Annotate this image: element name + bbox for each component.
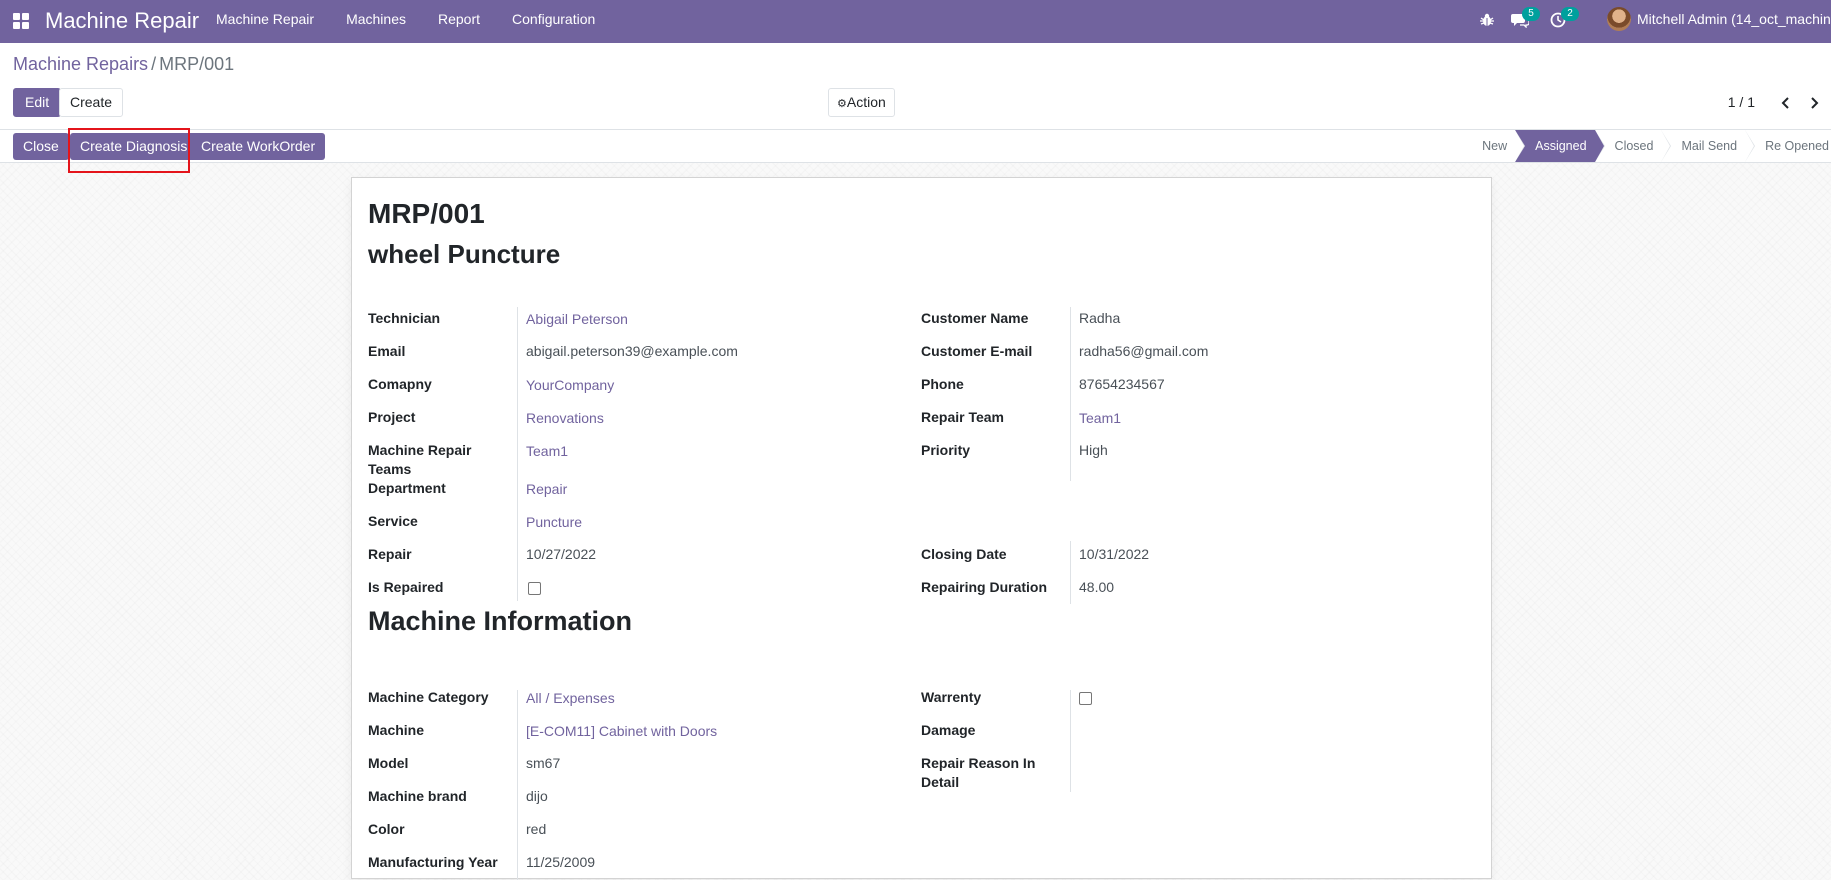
repair-date-field[interactable]: 10/27/2022 — [526, 545, 596, 564]
is-repaired-label: Is Repaired — [368, 579, 444, 595]
repairing-duration-field[interactable]: 48.00 — [1079, 578, 1114, 597]
company-label: Comapny — [368, 376, 432, 392]
machine-information-heading: Machine Information — [368, 606, 633, 636]
breadcrumb-parent-link[interactable]: Machine Repairs — [13, 54, 148, 74]
closing-date-label: Closing Date — [921, 546, 1007, 562]
email-label: Email — [368, 343, 406, 359]
create-workorder-button[interactable]: Create WorkOrder — [191, 133, 326, 160]
machine-brand-field[interactable]: dijo — [526, 787, 548, 806]
color-label: Color — [368, 821, 405, 837]
breadcrumb-current: MRP/001 — [159, 54, 235, 74]
machine-category-label: Machine Category — [368, 689, 489, 705]
model-label: Model — [368, 755, 409, 771]
breadcrumb: Machine Repairs / MRP/001 — [13, 54, 234, 75]
machine-brand-label: Machine brand — [368, 788, 467, 804]
stage-pipeline: New Assigned Closed Mail Send Re Opened — [1462, 130, 1831, 162]
priority-field[interactable]: High — [1079, 441, 1108, 460]
repair-date-label: Repair — [368, 546, 412, 562]
closing-date-field[interactable]: 10/31/2022 — [1079, 545, 1149, 564]
technician-label: Technician — [368, 310, 441, 326]
left-group-divider — [517, 307, 518, 567]
color-field[interactable]: red — [526, 820, 546, 839]
top-menu: Machine Repair Machines Report Configura… — [216, 0, 627, 43]
pager-value[interactable]: 1 / 1 — [1728, 94, 1755, 110]
repair-team-field[interactable]: Team1 — [1079, 409, 1121, 428]
customer-name-label: Customer Name — [921, 310, 1029, 326]
form-statusbar: Close Create Diagnosis Create WorkOrder … — [0, 130, 1831, 163]
machine-category-field[interactable]: All / Expenses — [526, 689, 615, 708]
machine-repair-teams-field[interactable]: Team1 — [526, 442, 568, 461]
breadcrumb-separator: / — [151, 54, 157, 74]
repair-reason-label: Repair Reason In Detail — [921, 755, 1036, 790]
apps-menu-icon[interactable] — [13, 13, 30, 30]
warranty-label: Warrenty — [921, 689, 982, 705]
edit-button[interactable]: Edit — [13, 88, 62, 117]
gear-icon: ⚙ — [837, 98, 847, 110]
action-dropdown-button[interactable]: ⚙Action — [828, 88, 895, 117]
is-repaired-checkbox[interactable] — [528, 582, 541, 595]
project-field[interactable]: Renovations — [526, 409, 604, 428]
phone-field[interactable]: 87654234567 — [1079, 375, 1165, 394]
record-reference: MRP/001 — [368, 198, 485, 229]
menu-machines[interactable]: Machines — [346, 0, 422, 43]
user-menu[interactable]: Mitchell Admin (14_oct_machine) — [1637, 11, 1831, 27]
user-avatar[interactable] — [1607, 7, 1631, 31]
app-title[interactable]: Machine Repair — [45, 8, 199, 34]
create-button[interactable]: Create — [59, 88, 124, 117]
messages-count-badge: 5 — [1522, 7, 1540, 21]
close-button[interactable]: Close — [13, 133, 69, 160]
stage-re-opened[interactable]: Re Opened — [1745, 130, 1831, 162]
customer-email-label: Customer E-mail — [921, 343, 1033, 359]
machine-left-divider — [517, 690, 518, 880]
highlight-annotation-box — [68, 128, 190, 173]
manufacturing-year-label: Manufacturing Year — [368, 854, 498, 870]
stage-assigned[interactable]: Assigned — [1515, 130, 1606, 162]
machine-field[interactable]: [E-COM11] Cabinet with Doors — [526, 722, 717, 741]
activity-clock-icon[interactable]: 2 — [1550, 7, 1579, 30]
stage-new[interactable]: New — [1462, 130, 1526, 162]
left-group-divider-2 — [517, 541, 518, 601]
damage-label: Damage — [921, 722, 976, 738]
control-panel: Machine Repairs / MRP/001 Edit Create ⚙Act… — [0, 43, 1831, 130]
department-field[interactable]: Repair — [526, 480, 567, 499]
machine-label: Machine — [368, 722, 425, 738]
manufacturing-year-field[interactable]: 11/25/2009 — [526, 853, 595, 872]
pager-previous-icon[interactable] — [1780, 96, 1792, 110]
action-button-label: Action — [846, 94, 886, 110]
service-field[interactable]: Puncture — [526, 513, 582, 532]
form-sheet: MRP/001 wheel Puncture Technician Abigai… — [351, 177, 1492, 880]
warranty-checkbox[interactable] — [1079, 692, 1092, 705]
right-group-divider-2 — [1070, 541, 1071, 604]
menu-machine-repair[interactable]: Machine Repair — [216, 0, 330, 43]
right-group-divider — [1070, 307, 1071, 481]
phone-label: Phone — [921, 376, 964, 392]
department-label: Department — [368, 480, 446, 496]
repairing-duration-label: Repairing Duration — [921, 579, 1048, 595]
repair-team-label: Repair Team — [921, 409, 1004, 425]
activities-count-badge: 2 — [1561, 7, 1579, 21]
stage-closed[interactable]: Closed — [1595, 130, 1672, 162]
record-title: wheel Puncture — [368, 239, 561, 269]
menu-report[interactable]: Report — [438, 0, 496, 43]
menu-configuration[interactable]: Configuration — [512, 0, 611, 43]
pager-next-icon[interactable] — [1808, 96, 1820, 110]
priority-label: Priority — [921, 442, 971, 458]
debug-bug-icon[interactable] — [1479, 12, 1497, 30]
model-field[interactable]: sm67 — [526, 754, 560, 773]
stage-mail-send[interactable]: Mail Send — [1661, 130, 1755, 162]
company-field[interactable]: YourCompany — [526, 376, 614, 395]
main-navbar: Machine Repair Machine Repair Machines R… — [0, 0, 1831, 43]
machine-right-divider — [1070, 690, 1071, 792]
service-label: Service — [368, 513, 418, 529]
email-field[interactable]: abigail.peterson39@example.com — [526, 342, 738, 361]
project-label: Project — [368, 409, 416, 425]
technician-field[interactable]: Abigail Peterson — [526, 310, 628, 329]
messages-chat-icon[interactable]: 5 — [1511, 7, 1540, 30]
customer-name-field[interactable]: Radha — [1079, 309, 1120, 328]
machine-repair-teams-label: Machine Repair Teams — [368, 442, 472, 477]
customer-email-field[interactable]: radha56@gmail.com — [1079, 342, 1208, 361]
